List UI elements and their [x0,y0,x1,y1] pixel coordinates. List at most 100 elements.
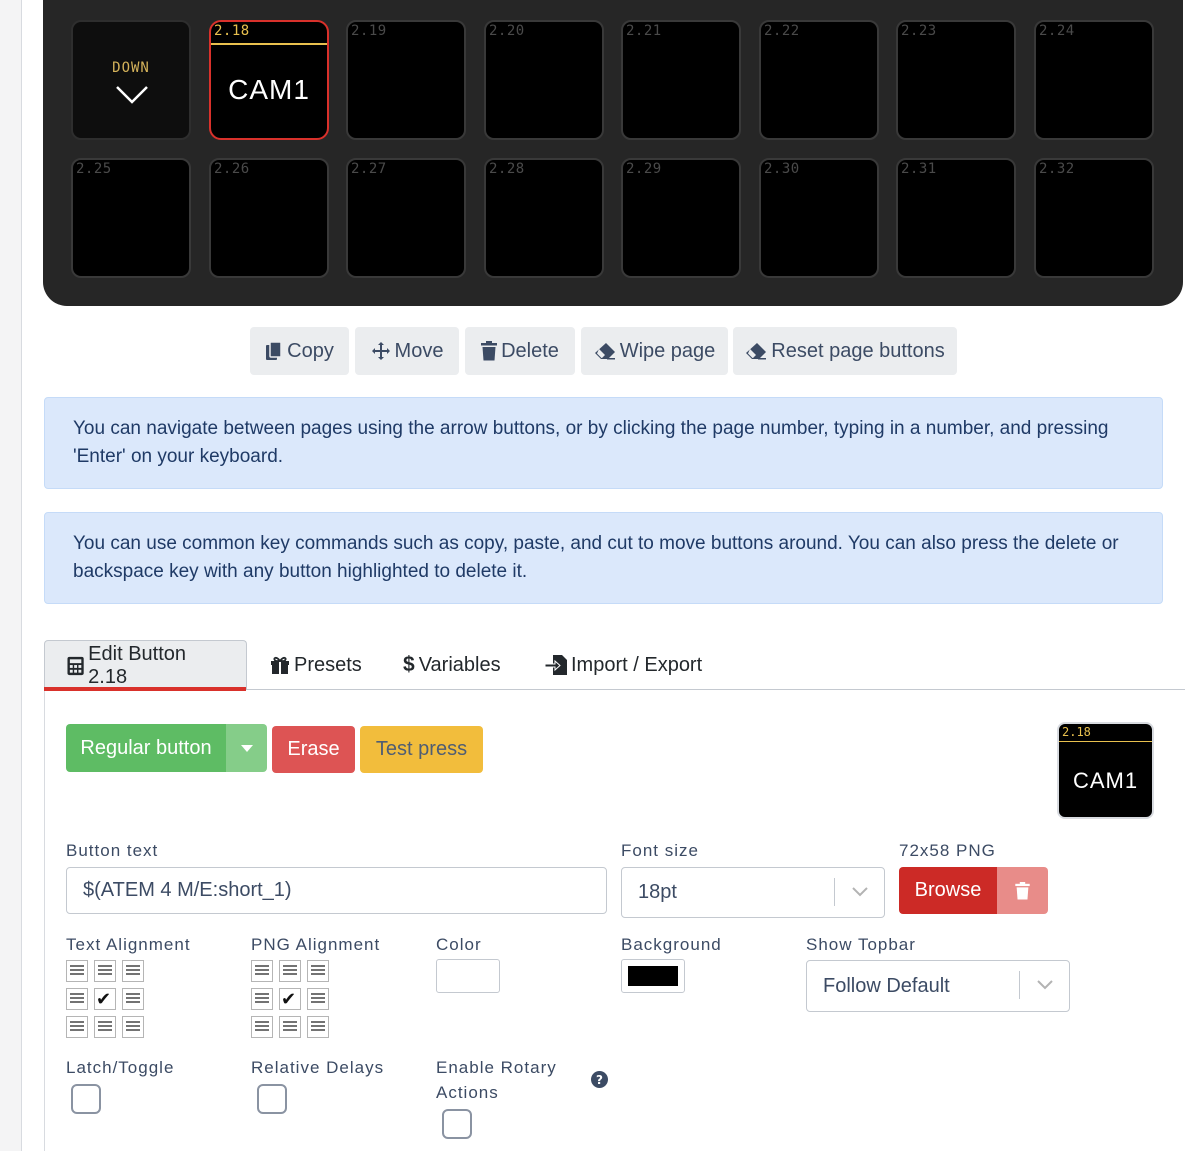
button-number: 2.22 [764,23,800,39]
png-align-center-right[interactable] [307,988,329,1010]
button-number: 2.26 [214,161,250,177]
test-press-button[interactable]: Test press [360,726,483,773]
button-number: 2.20 [489,23,525,39]
grid-button-2-20[interactable]: 2.20 [484,20,604,140]
png-align-center-center[interactable]: ✔ [279,988,301,1010]
page-down-button[interactable]: DOWN [71,20,191,140]
wipe-page-button[interactable]: Wipe page [581,327,728,375]
button-number: 2.23 [901,23,937,39]
move-arrows-icon [371,342,390,360]
png-align-bottom-center[interactable] [279,1016,301,1038]
grid-button-2-24[interactable]: 2.24 [1034,20,1154,140]
preview-text: CAM1 [1072,768,1139,793]
tab-presets-label: Presets [294,653,362,676]
text-align-center-right[interactable] [122,988,144,1010]
background-label: Background [621,935,722,954]
text-align-bottom-center[interactable] [94,1016,116,1038]
relative-delays-checkbox[interactable] [257,1084,287,1114]
copy-label: Copy [287,339,334,362]
text-align-center-center[interactable]: ✔ [94,988,116,1010]
grid-button-2-23[interactable]: 2.23 [896,20,1016,140]
grid-button-2-28[interactable]: 2.28 [484,158,604,278]
enable-rotary-label-line2: Actions [436,1083,499,1102]
grid-button-2-21[interactable]: 2.21 [621,20,741,140]
delete-button[interactable]: Delete [465,327,575,375]
font-size-label: Font size [621,841,699,860]
chevron-down-icon [1037,980,1053,990]
png-alignment-grid: ✔ [251,960,333,1044]
navigation-hint-alert: You can navigate between pages using the… [44,397,1163,489]
button-number: 2.18 [214,23,250,39]
erase-label: Erase [287,738,340,760]
button-number: 2.30 [764,161,800,177]
text-align-top-right[interactable] [122,960,144,982]
svg-text:?: ? [596,1073,603,1087]
grid-button-2-30[interactable]: 2.30 [759,158,879,278]
png-label: 72x58 PNG [899,841,996,860]
tab-import-export-label: Import / Export [571,653,703,676]
grid-button-2-31[interactable]: 2.31 [896,158,1016,278]
test-press-label: Test press [375,738,468,760]
text-align-bottom-right[interactable] [122,1016,144,1038]
button-text-label: Button text [66,841,159,860]
copy-icon [266,341,282,360]
button-type-dropdown-toggle[interactable] [226,724,267,772]
text-color-swatch[interactable] [436,959,500,993]
text-alignment-label: Text Alignment [66,935,191,954]
font-size-select[interactable]: 18pt [621,867,885,918]
png-alignment-label: PNG Alignment [251,935,381,954]
text-align-bottom-left[interactable] [66,1016,88,1038]
copy-button[interactable]: Copy [250,327,349,375]
button-number: 2.32 [1039,161,1075,177]
button-number: 2.29 [626,161,662,177]
move-button[interactable]: Move [355,327,459,375]
grid-button-2-25[interactable]: 2.25 [71,158,191,278]
grid-button-2-19[interactable]: 2.19 [346,20,466,140]
color-label: Color [436,935,482,954]
text-align-center-left[interactable] [66,988,88,1010]
reset-page-buttons-button[interactable]: Reset page buttons [733,327,957,375]
select-separator [1019,971,1020,999]
grid-button-2-22[interactable]: 2.22 [759,20,879,140]
grid-button-2-27[interactable]: 2.27 [346,158,466,278]
png-align-bottom-left[interactable] [251,1016,273,1038]
grid-button-2-26[interactable]: 2.26 [209,158,329,278]
tab-edit-button[interactable]: Edit Button 2.18 [44,640,247,690]
tab-variables-label: Variables [418,653,501,676]
key-commands-hint-text: You can use common key commands such as … [73,533,1119,582]
trash-icon [481,341,498,361]
text-align-top-left[interactable] [66,960,88,982]
tab-import-export[interactable]: Import / Export [545,640,702,690]
help-icon[interactable]: ? [591,1071,608,1088]
enable-rotary-checkbox[interactable] [442,1109,472,1139]
grid-button-2-29[interactable]: 2.29 [621,158,741,278]
png-align-bottom-right[interactable] [307,1016,329,1038]
latch-toggle-label: Latch/Toggle [66,1058,175,1077]
tab-variables[interactable]: $ Variables [403,640,501,690]
button-type-button[interactable]: Regular button [66,724,226,772]
png-align-top-right[interactable] [307,960,329,982]
trash-icon [1015,881,1030,900]
png-align-center-left[interactable] [251,988,273,1010]
png-align-top-center[interactable] [279,960,301,982]
background-color-swatch[interactable] [621,959,685,993]
erase-button[interactable]: Erase [272,726,355,773]
tab-presets[interactable]: Presets [270,640,362,690]
text-align-top-center[interactable] [94,960,116,982]
show-topbar-value: Follow Default [823,974,950,997]
clear-png-button[interactable] [997,867,1048,914]
button-type-label: Regular button [80,736,212,759]
wipe-page-label: Wipe page [619,339,716,362]
latch-toggle-checkbox[interactable] [71,1084,101,1114]
png-align-top-left[interactable] [251,960,273,982]
show-topbar-select[interactable]: Follow Default [806,960,1070,1012]
button-text: CAM1 [228,74,310,105]
caret-down-icon [240,744,253,752]
navigation-hint-text: You can navigate between pages using the… [73,418,1109,467]
grid-button-2-18[interactable]: 2.18 CAM1 [209,20,329,140]
browse-png-button[interactable]: Browse [899,867,997,914]
calculator-icon [67,656,84,675]
grid-button-2-32[interactable]: 2.32 [1034,158,1154,278]
button-text-input[interactable] [66,867,607,914]
button-number: 2.25 [76,161,112,177]
